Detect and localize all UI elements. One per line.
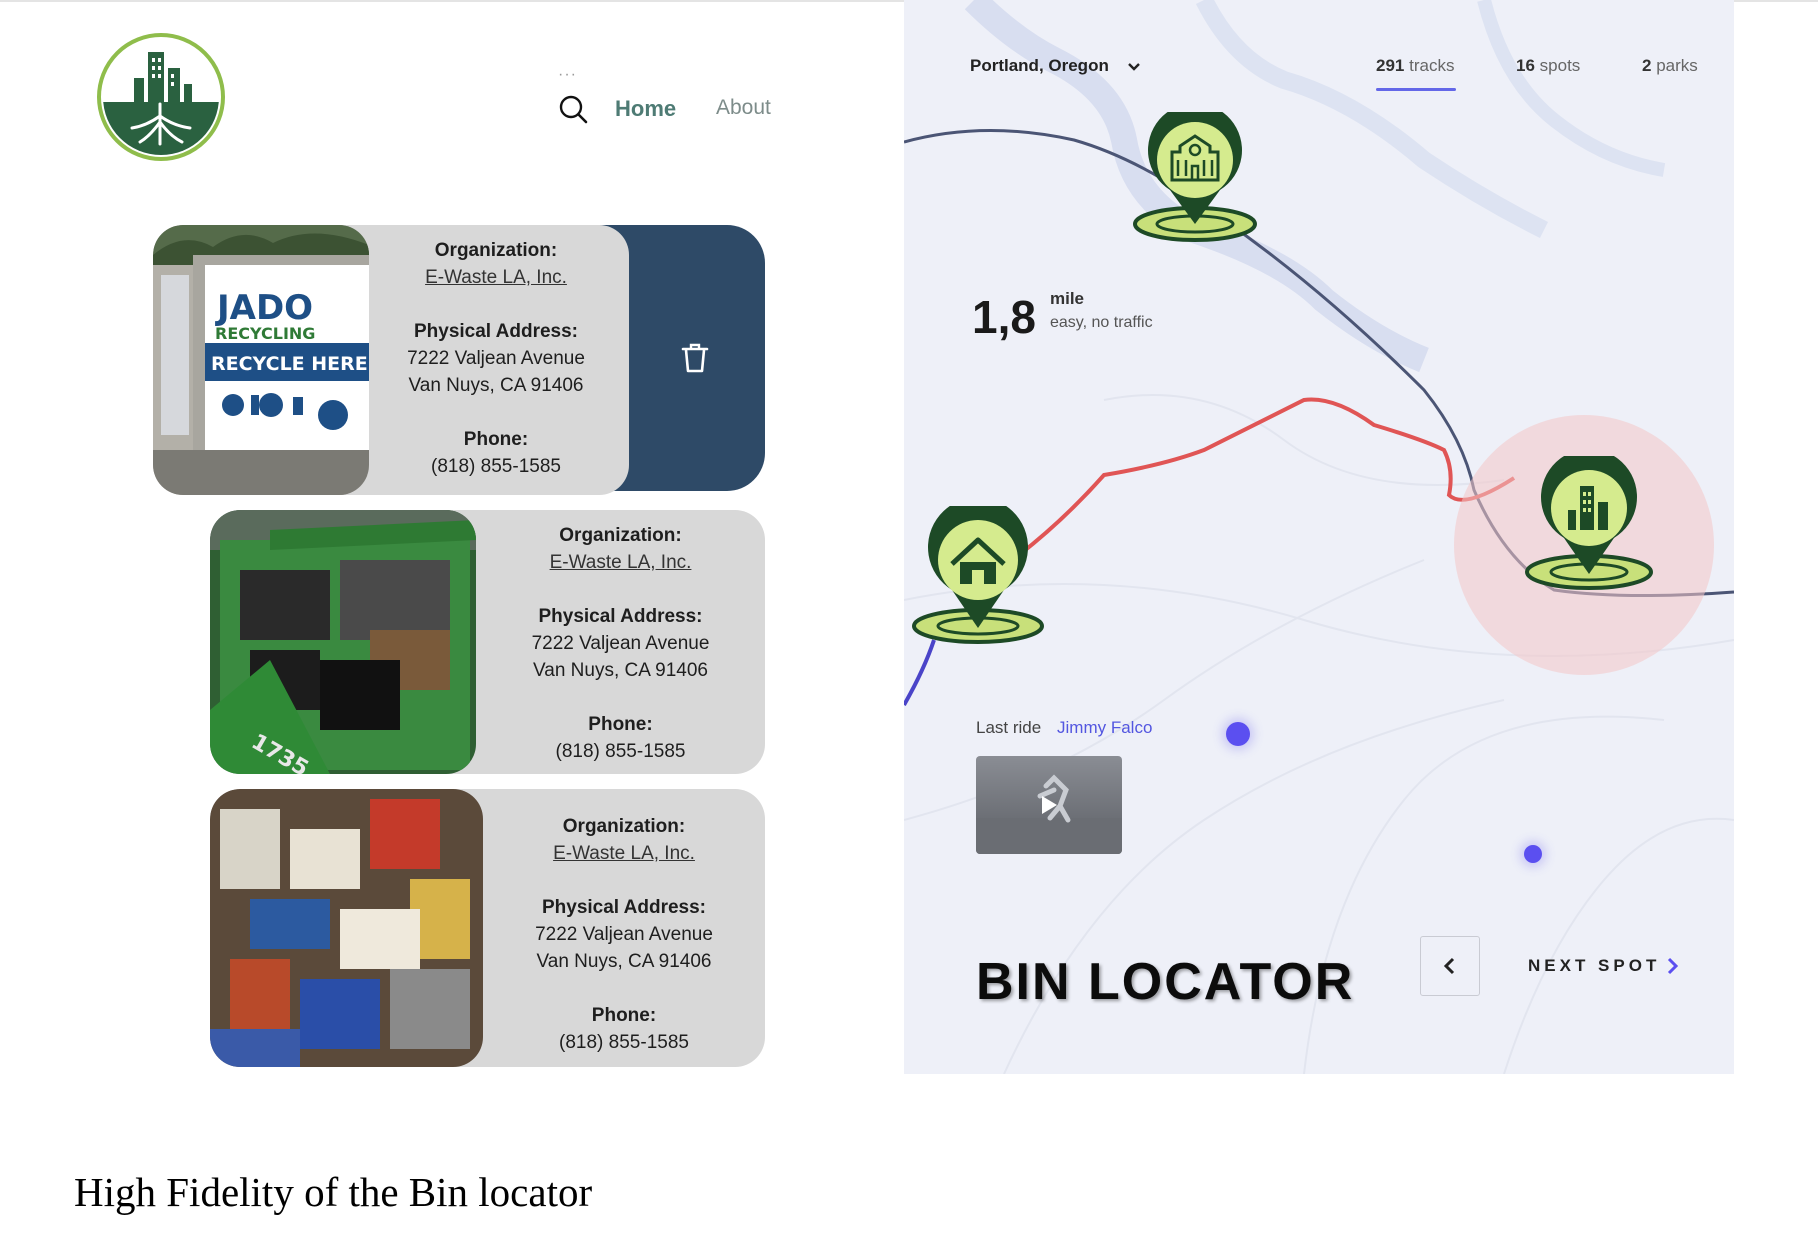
chevron-down-icon[interactable] <box>1126 60 1142 74</box>
distance-note: easy, no traffic <box>1050 314 1153 331</box>
home-pin-icon[interactable] <box>908 506 1048 646</box>
org-label: Organization: <box>559 525 682 546</box>
tab-spots[interactable]: 16 spots <box>1516 56 1580 76</box>
chevron-right-icon[interactable] <box>1664 956 1680 976</box>
phone-number[interactable]: (818) 855-1585 <box>476 738 765 765</box>
address-line1: 7222 Valjean Avenue <box>407 348 585 369</box>
listing-card[interactable]: 1735 Organization: E-Waste LA, Inc. Phys… <box>210 510 765 774</box>
address-line2: Van Nuys, CA 91406 <box>533 660 708 681</box>
trash-icon[interactable] <box>680 342 710 374</box>
address-line2: Van Nuys, CA 91406 <box>408 375 584 396</box>
address-line2: Van Nuys, CA 91406 <box>536 951 712 972</box>
listing-photo: JADO RECYCLING RECYCLE HERE <box>153 225 369 495</box>
org-label: Organization: <box>434 240 558 261</box>
listing-info: Organization: E-Waste LA, Inc. Physical … <box>363 225 629 495</box>
spots-count: 16 <box>1516 56 1535 75</box>
org-link[interactable]: E-Waste LA, Inc. <box>363 264 629 291</box>
tracks-label: tracks <box>1409 56 1455 75</box>
nav-about-link[interactable]: About <box>716 96 771 120</box>
rider-location-dot[interactable] <box>1226 722 1250 746</box>
ride-video-thumbnail[interactable] <box>976 756 1122 854</box>
sign-text-recycling: RECYCLING <box>215 324 315 343</box>
nav-home-link[interactable]: Home <box>615 96 676 122</box>
tab-parks[interactable]: 2 parks <box>1642 56 1698 76</box>
listing-card[interactable]: JADO RECYCLING RECYCLE HERE Organization… <box>153 225 629 495</box>
listing-photo: 1735 <box>210 510 476 774</box>
logo-icon <box>97 33 225 161</box>
last-ride-user-link[interactable]: Jimmy Falco <box>1057 718 1152 738</box>
listing-info: Organization: E-Waste LA, Inc. Physical … <box>476 510 765 774</box>
sign-text-jado: JADO <box>215 288 313 328</box>
tracks-count: 291 <box>1376 56 1405 75</box>
listing-card[interactable]: Organization: E-Waste LA, Inc. Physical … <box>210 789 765 1067</box>
parks-count: 2 <box>1642 56 1652 75</box>
distance-unit: mile <box>1050 289 1085 308</box>
city-select[interactable]: Portland, Oregon <box>970 56 1109 76</box>
next-spot-button[interactable]: NEXT SPOT <box>1528 956 1660 976</box>
nav-dots: ··· <box>558 66 577 83</box>
phone-label: Phone: <box>463 429 529 450</box>
prev-spot-button[interactable] <box>1420 936 1480 996</box>
active-tab-indicator <box>1376 88 1456 91</box>
phone-label: Phone: <box>588 714 653 735</box>
org-link[interactable]: E-Waste LA, Inc. <box>483 840 765 867</box>
figure-caption: High Fidelity of the Bin locator <box>74 1169 593 1215</box>
school-pin-icon[interactable] <box>1130 112 1260 244</box>
phone-number[interactable]: (818) 855-1585 <box>483 1029 765 1056</box>
listing-info: Organization: E-Waste LA, Inc. Physical … <box>483 789 765 1067</box>
phone-label: Phone: <box>591 1005 657 1026</box>
address-label: Physical Address: <box>413 321 579 342</box>
play-icon[interactable] <box>1039 794 1059 816</box>
phone-number[interactable]: (818) 855-1585 <box>363 453 629 480</box>
distance-value: 1,8 <box>972 291 1036 343</box>
spots-label: spots <box>1539 56 1581 75</box>
chevron-left-icon <box>1443 957 1455 975</box>
building-pin-icon[interactable] <box>1522 456 1656 592</box>
page-title: BIN LOCATOR <box>976 953 1355 1011</box>
address-label: Physical Address: <box>541 897 707 918</box>
org-link[interactable]: E-Waste LA, Inc. <box>476 549 765 576</box>
address-line1: 7222 Valjean Avenue <box>531 633 710 654</box>
tab-tracks[interactable]: 291 tracks <box>1376 56 1454 76</box>
map-panel[interactable]: Portland, Oregon 291 tracks 16 spots 2 p… <box>904 0 1734 1074</box>
rider-location-dot[interactable] <box>1524 845 1542 863</box>
address-label: Physical Address: <box>538 606 703 627</box>
listing-photo <box>210 789 483 1067</box>
org-label: Organization: <box>562 816 686 837</box>
search-icon[interactable] <box>558 94 588 124</box>
sign-text-recycle-here: RECYCLE HERE <box>211 353 368 375</box>
last-ride-label: Last ride <box>976 718 1042 737</box>
address-line1: 7222 Valjean Avenue <box>535 924 713 945</box>
parks-label: parks <box>1656 56 1698 75</box>
